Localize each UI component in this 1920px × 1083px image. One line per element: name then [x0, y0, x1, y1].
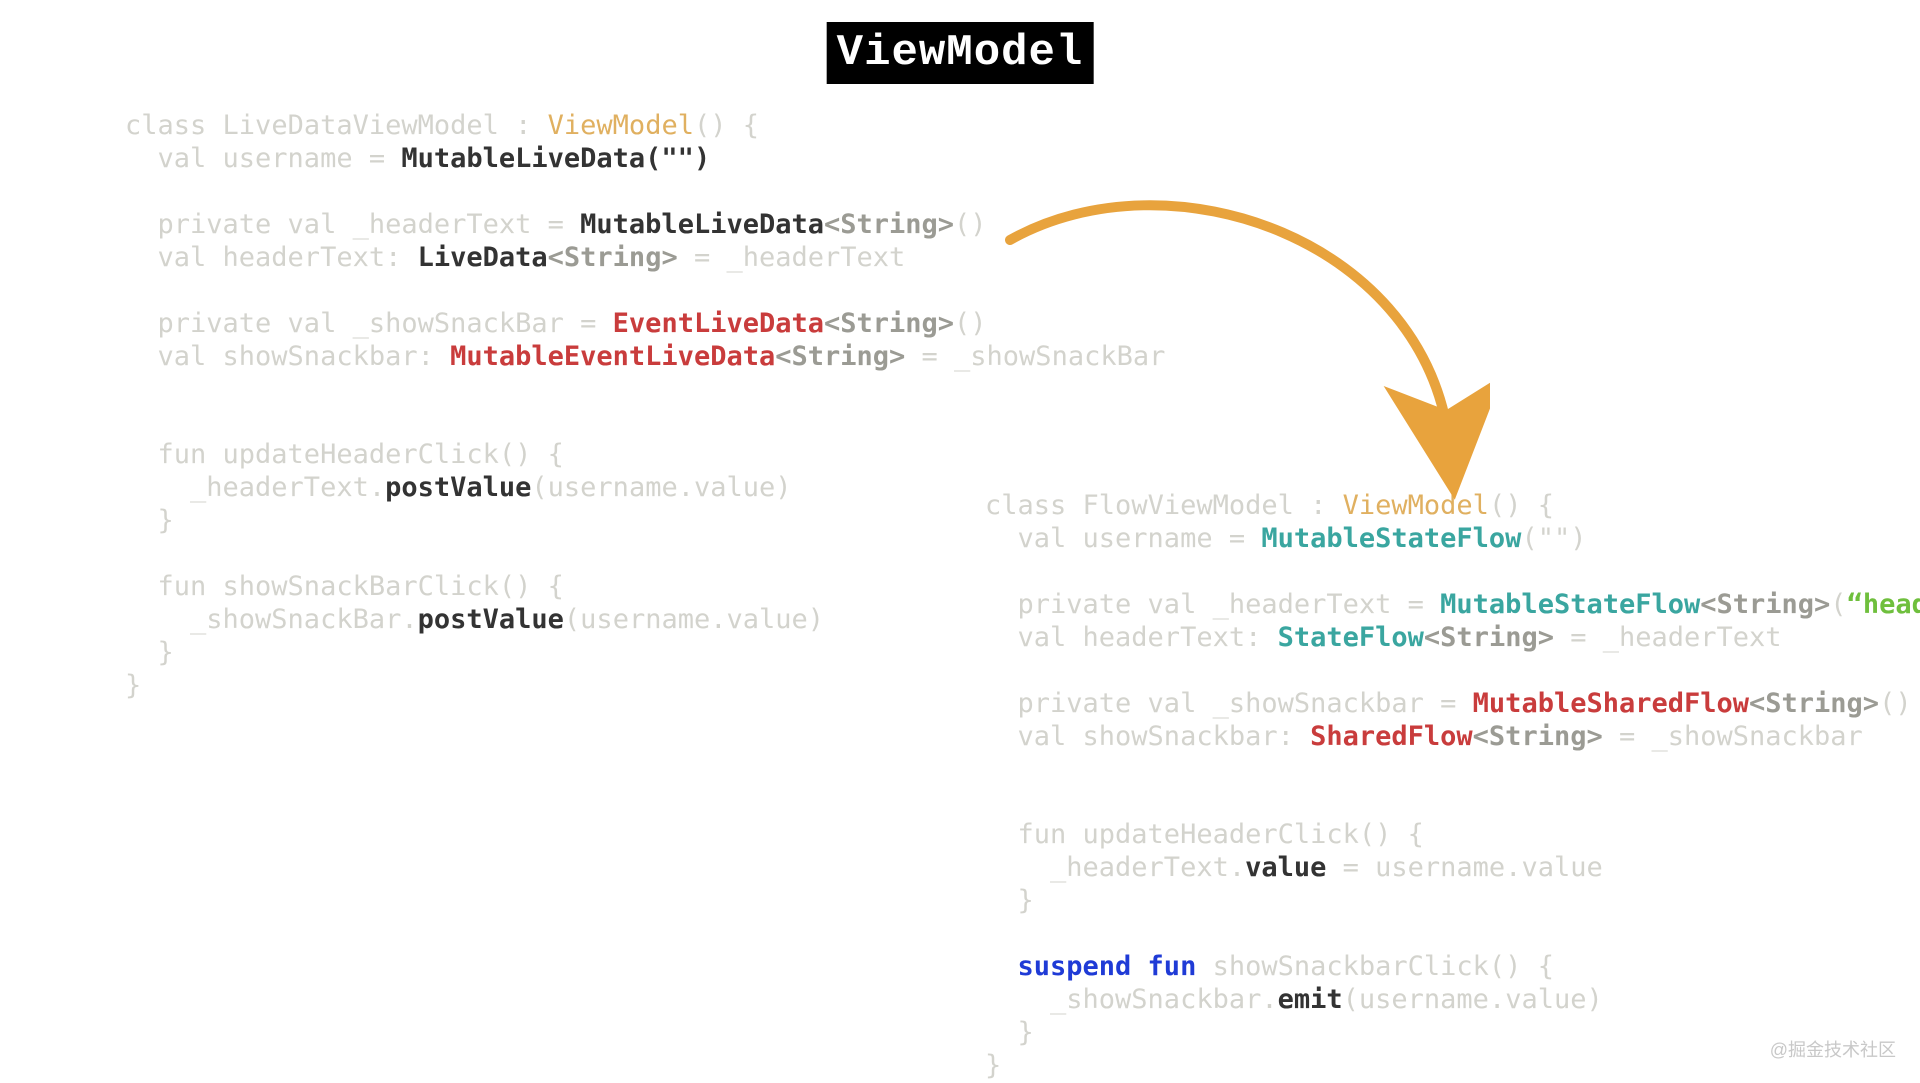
code-text: <String> [824, 209, 954, 240]
code-text: MutableLiveData("") [401, 143, 710, 174]
code-text: () { [694, 110, 759, 141]
code-text: ViewModel [548, 110, 694, 141]
code-text: val headerText: [985, 622, 1278, 653]
code-text: } [125, 670, 141, 701]
code-text: _showSnackbar. [985, 984, 1278, 1015]
code-text: } [985, 1050, 1001, 1081]
code-text: LiveDataViewModel : [223, 110, 548, 141]
code-text: EventLiveData [613, 308, 824, 339]
code-text: postValue [418, 604, 564, 635]
code-text: ( [1830, 589, 1846, 620]
code-text: MutableLiveData [580, 209, 824, 240]
code-text: showSnackbarClick() { [1196, 951, 1554, 982]
code-text: SharedFlow [1310, 721, 1473, 752]
code-text: FlowViewModel : [1083, 490, 1343, 521]
code-text: (username.value) [531, 472, 791, 503]
code-text: private val _showSnackBar = [125, 308, 613, 339]
code-text: _headerText. [125, 472, 385, 503]
code-text: “header” [1847, 589, 1920, 620]
code-text: = _showSnackBar [905, 341, 1165, 372]
code-text: _showSnackBar. [125, 604, 418, 635]
code-text: fun showSnackBarClick() { [125, 571, 564, 602]
code-text: val showSnackbar: [125, 341, 450, 372]
code-text: (username.value) [1343, 984, 1603, 1015]
code-text: () [1879, 688, 1912, 719]
code-text: <String> [1749, 688, 1879, 719]
code-text: val showSnackbar: [985, 721, 1310, 752]
code-text: (username.value) [564, 604, 824, 635]
code-text: value [1245, 852, 1326, 883]
code-text: private val _headerText = [125, 209, 580, 240]
code-text: () [954, 209, 987, 240]
code-text: _headerText. [985, 852, 1245, 883]
code-text: private val _showSnackbar = [985, 688, 1473, 719]
code-text: private val _headerText = [985, 589, 1440, 620]
code-text: <String> [548, 242, 678, 273]
code-text: val headerText: [125, 242, 418, 273]
code-text: MutableEventLiveData [450, 341, 775, 372]
code-text: = _headerText [1554, 622, 1782, 653]
code-text: = _showSnackbar [1603, 721, 1863, 752]
code-text: } [125, 637, 174, 668]
code-text: fun updateHeaderClick() { [125, 439, 564, 470]
code-text: MutableStateFlow [1261, 523, 1521, 554]
code-text: MutableStateFlow [1440, 589, 1700, 620]
code-text: <String> [1700, 589, 1830, 620]
code-text: MutableSharedFlow [1473, 688, 1749, 719]
code-text: fun updateHeaderClick() { [985, 819, 1424, 850]
code-text: ViewModel [1343, 490, 1489, 521]
code-text: } [985, 885, 1034, 916]
code-text: suspend fun [985, 951, 1196, 982]
code-text: class [125, 110, 223, 141]
code-text: <String> [824, 308, 954, 339]
page-title: ViewModel [827, 22, 1094, 84]
code-text: () { [1489, 490, 1554, 521]
code-text: <String> [1473, 721, 1603, 752]
code-text: val username = [125, 143, 401, 174]
flow-code-block: class FlowViewModel : ViewModel() { val … [985, 490, 1920, 1083]
code-text: <String> [1424, 622, 1554, 653]
code-text: () [954, 308, 987, 339]
code-text: = username.value [1326, 852, 1602, 883]
code-text: StateFlow [1278, 622, 1424, 653]
code-text: LiveData [418, 242, 548, 273]
code-text: emit [1278, 984, 1343, 1015]
code-text: = _headerText [678, 242, 906, 273]
code-text: ("") [1521, 523, 1586, 554]
watermark-text: @掘金技术社区 [1770, 1036, 1896, 1062]
code-text: val username = [985, 523, 1261, 554]
code-text: } [125, 505, 174, 536]
code-text: postValue [385, 472, 531, 503]
code-text: } [985, 1017, 1034, 1048]
code-text: class [985, 490, 1083, 521]
code-text: <String> [775, 341, 905, 372]
